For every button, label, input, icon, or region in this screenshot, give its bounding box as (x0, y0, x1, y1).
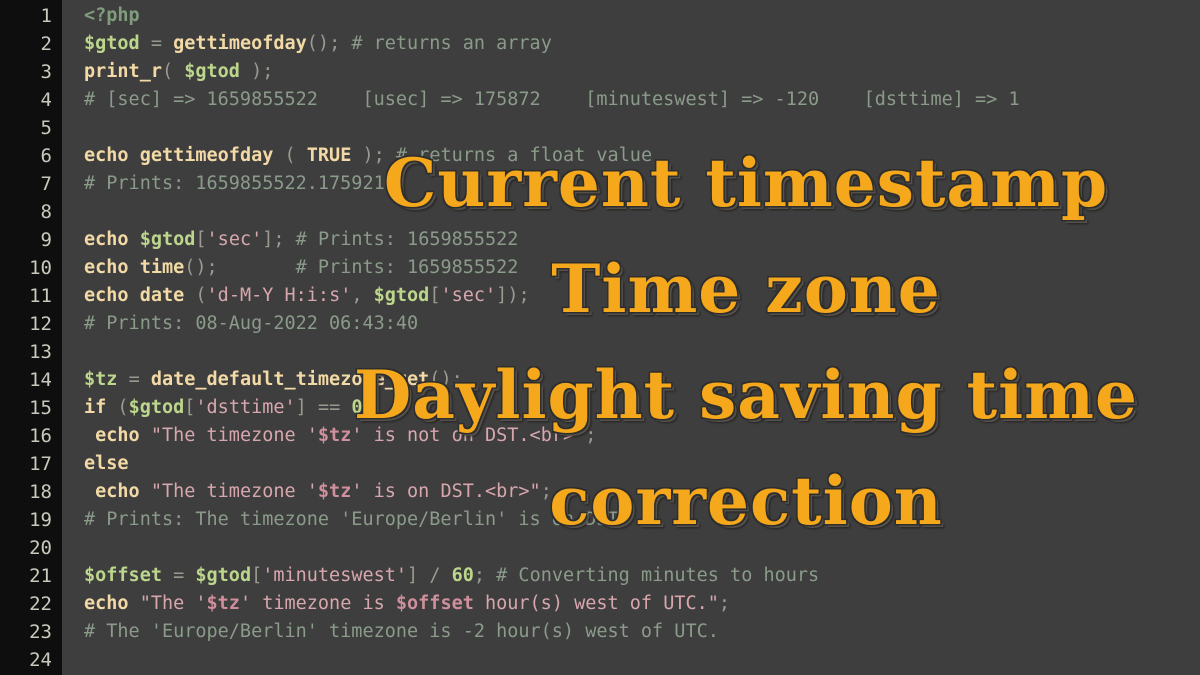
line-number: 3 (40, 61, 52, 83)
code-line: echo "The '$tz' timezone is $offset hour… (84, 593, 731, 614)
line-number: 12 (29, 313, 52, 335)
line-number: 11 (29, 285, 52, 307)
code-line: <?php (84, 5, 140, 26)
line-number: 16 (29, 425, 52, 447)
line-number: 6 (40, 145, 52, 167)
line-number: 8 (40, 201, 52, 223)
line-number: 18 (29, 481, 52, 503)
code-line: print_r( $gtod ); (84, 61, 274, 82)
line-number: 24 (29, 649, 52, 671)
code-line: echo gettimeofday ( TRUE ); # returns a … (84, 145, 653, 166)
code-screenshot: 1 2 3 4 5 6 7 8 9 10 11 12 13 14 15 16 1… (0, 0, 1200, 675)
code-line: $tz = date_default_timezone_get(); (84, 369, 463, 390)
line-number: 23 (29, 621, 52, 643)
line-number: 1 (40, 5, 52, 27)
code-line: # [sec] => 1659855522 [usec] => 175872 [… (84, 89, 1020, 110)
line-number: 20 (29, 537, 52, 559)
line-number-gutter: 1 2 3 4 5 6 7 8 9 10 11 12 13 14 15 16 1… (0, 0, 62, 675)
code-line: # The 'Europe/Berlin' timezone is -2 hou… (84, 621, 719, 642)
line-number: 21 (29, 565, 52, 587)
code-area[interactable]: <?php $gtod = gettimeofday(); # returns … (62, 0, 1200, 675)
line-number: 2 (40, 33, 52, 55)
line-number: 5 (40, 117, 52, 139)
code-line: echo $gtod['sec']; # Prints: 1659855522 (84, 229, 519, 250)
code-line: $gtod = gettimeofday(); # returns an arr… (84, 33, 552, 54)
code-editor: 1 2 3 4 5 6 7 8 9 10 11 12 13 14 15 16 1… (0, 0, 1200, 675)
code-line: # Prints: 1659855522.175921 (84, 173, 385, 194)
line-number: 15 (29, 397, 52, 419)
line-number: 10 (29, 257, 52, 279)
code-line: echo "The timezone '$tz' is on DST.<br>"… (95, 481, 552, 502)
line-number: 22 (29, 593, 52, 615)
line-number: 19 (29, 509, 52, 531)
code-line: echo time(); # Prints: 1659855522 (84, 257, 519, 278)
code-line: $offset = $gtod['minuteswest'] / 60; # C… (84, 565, 820, 586)
code-line: # Prints: 08-Aug-2022 06:43:40 (84, 313, 419, 334)
code-line: if ($gtod['dsttime'] == 0) (84, 397, 374, 418)
line-number: 4 (40, 89, 52, 111)
line-number: 7 (40, 173, 52, 195)
code-line: echo date ('d-M-Y H:i:s', $gtod['sec']); (84, 285, 530, 306)
code-line: # Prints: The timezone 'Europe/Berlin' i… (84, 509, 630, 530)
line-number: 17 (29, 453, 52, 475)
line-number: 13 (29, 341, 52, 363)
line-number: 9 (40, 229, 52, 251)
code-line: echo "The timezone '$tz' is not on DST.<… (95, 425, 597, 446)
code-line: else (84, 453, 129, 474)
line-number: 14 (29, 369, 52, 391)
